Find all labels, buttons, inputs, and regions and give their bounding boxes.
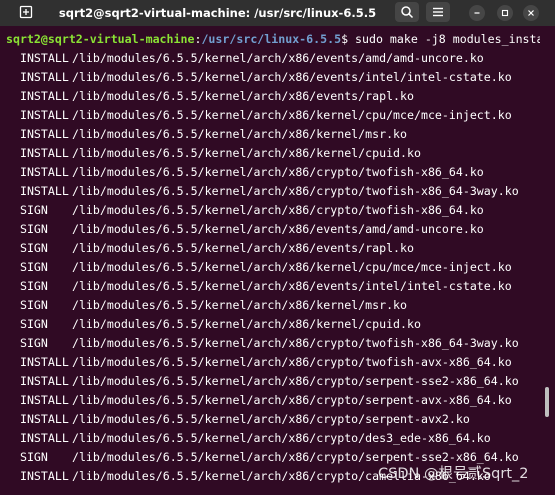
output-line: INSTALL/lib/modules/6.5.5/kernel/arch/x8… (6, 163, 484, 182)
output-line: INSTALL/lib/modules/6.5.5/kernel/arch/x8… (6, 372, 519, 391)
output-line: INSTALL/lib/modules/6.5.5/kernel/arch/x8… (6, 68, 512, 87)
output-path: /lib/modules/6.5.5/kernel/arch/x86/crypt… (71, 412, 470, 426)
output-path: /lib/modules/6.5.5/kernel/arch/x86/kerne… (71, 298, 408, 312)
output-verb: INSTALL (19, 108, 69, 122)
output-verb: SIGN (19, 203, 48, 217)
output-verb: INSTALL (19, 70, 69, 84)
output-line: SIGN/lib/modules/6.5.5/kernel/arch/x86/e… (6, 277, 512, 296)
output-line: SIGN/lib/modules/6.5.5/kernel/arch/x86/e… (6, 239, 414, 258)
menu-button[interactable] (426, 2, 450, 22)
scrollbar[interactable] (541, 26, 555, 495)
output-path: /lib/modules/6.5.5/kernel/arch/x86/kerne… (71, 260, 512, 274)
output-path: /lib/modules/6.5.5/kernel/arch/x86/crypt… (71, 165, 484, 179)
output-path: /lib/modules/6.5.5/kernel/arch/x86/event… (71, 241, 414, 255)
output-line: INSTALL/lib/modules/6.5.5/kernel/arch/x8… (6, 353, 512, 372)
output-line: SIGN/lib/modules/6.5.5/kernel/arch/x86/e… (6, 220, 484, 239)
output-path: /lib/modules/6.5.5/kernel/arch/x86/crypt… (71, 393, 512, 407)
close-icon (528, 10, 534, 16)
output-verb: SIGN (19, 336, 48, 350)
output-line: INSTALL/lib/modules/6.5.5/kernel/arch/x8… (6, 87, 414, 106)
terminal-output[interactable]: sqrt2@sqrt2-virtual-machine:/usr/src/lin… (0, 26, 540, 495)
output-line: INSTALL/lib/modules/6.5.5/kernel/arch/x8… (6, 391, 512, 410)
output-line: SIGN/lib/modules/6.5.5/kernel/arch/x86/c… (6, 334, 519, 353)
output-verb: INSTALL (19, 469, 69, 483)
output-line: INSTALL/lib/modules/6.5.5/kernel/arch/x8… (6, 429, 491, 448)
output-path: /lib/modules/6.5.5/kernel/arch/x86/crypt… (71, 431, 491, 445)
output-line: INSTALL/lib/modules/6.5.5/kernel/arch/x8… (6, 144, 421, 163)
prompt-line: sqrt2@sqrt2-virtual-machine:/usr/src/lin… (6, 30, 540, 49)
prompt-symbol: $ (341, 32, 349, 46)
output-path: /lib/modules/6.5.5/kernel/arch/x86/crypt… (71, 355, 512, 369)
output-verb: INSTALL (19, 431, 69, 445)
output-line: INSTALL/lib/modules/6.5.5/kernel/arch/x8… (6, 49, 484, 68)
output-path: /lib/modules/6.5.5/kernel/arch/x86/crypt… (71, 203, 484, 217)
output-line: INSTALL/lib/modules/6.5.5/kernel/arch/x8… (6, 182, 519, 201)
output-line: INSTALL/lib/modules/6.5.5/kernel/arch/x8… (6, 410, 470, 429)
search-button[interactable] (395, 2, 419, 22)
output-line: SIGN/lib/modules/6.5.5/kernel/arch/x86/k… (6, 296, 407, 315)
prompt-command: sudo make -j8 modules_install (348, 32, 540, 46)
output-path: /lib/modules/6.5.5/kernel/arch/x86/event… (71, 51, 484, 65)
close-button[interactable] (523, 5, 539, 21)
minimize-button[interactable] (469, 5, 485, 21)
output-path: /lib/modules/6.5.5/kernel/arch/x86/crypt… (71, 184, 519, 198)
output-verb: INSTALL (19, 127, 69, 141)
output-path: /lib/modules/6.5.5/kernel/arch/x86/kerne… (71, 146, 421, 160)
output-path: /lib/modules/6.5.5/kernel/arch/x86/kerne… (71, 127, 408, 141)
output-verb: INSTALL (19, 412, 69, 426)
output-verb: SIGN (19, 241, 48, 255)
output-verb: SIGN (19, 298, 48, 312)
output-verb: INSTALL (19, 146, 69, 160)
output-path: /lib/modules/6.5.5/kernel/arch/x86/kerne… (71, 108, 512, 122)
output-verb: INSTALL (19, 51, 69, 65)
output-path: /lib/modules/6.5.5/kernel/arch/x86/event… (71, 222, 484, 236)
search-icon (401, 6, 414, 19)
minimize-icon (474, 12, 480, 14)
output-line: SIGN/lib/modules/6.5.5/kernel/arch/x86/k… (6, 258, 512, 277)
output-verb: INSTALL (19, 355, 69, 369)
output-path: /lib/modules/6.5.5/kernel/arch/x86/crypt… (71, 336, 519, 350)
output-verb: INSTALL (19, 89, 69, 103)
output-verb: INSTALL (19, 184, 69, 198)
output-line: SIGN/lib/modules/6.5.5/kernel/arch/x86/k… (6, 315, 421, 334)
output-path: /lib/modules/6.5.5/kernel/arch/x86/event… (71, 89, 414, 103)
hamburger-menu-icon (433, 7, 443, 17)
output-line: INSTALL/lib/modules/6.5.5/kernel/arch/x8… (6, 125, 407, 144)
output-verb: SIGN (19, 317, 48, 331)
output-verb: SIGN (19, 450, 48, 464)
terminal-window: sqrt2@sqrt2-virtual-machine: /usr/src/li… (0, 0, 555, 495)
output-verb: SIGN (19, 222, 48, 236)
title-bar: sqrt2@sqrt2-virtual-machine: /usr/src/li… (0, 0, 555, 26)
output-verb: SIGN (19, 260, 48, 274)
scrollbar-thumb[interactable] (545, 387, 549, 417)
output-line: INSTALL/lib/modules/6.5.5/kernel/arch/x8… (6, 106, 512, 125)
watermark: CSDN @根号贰Sqrt_2 (378, 466, 529, 482)
output-path: /lib/modules/6.5.5/kernel/arch/x86/event… (71, 70, 512, 84)
output-verb: INSTALL (19, 374, 69, 388)
output-path: /lib/modules/6.5.5/kernel/arch/x86/event… (71, 279, 512, 293)
output-line: SIGN/lib/modules/6.5.5/kernel/arch/x86/c… (6, 201, 484, 220)
prompt-path: /usr/src/linux-6.5.5 (201, 32, 342, 46)
output-verb: SIGN (19, 279, 48, 293)
prompt-user-host: sqrt2@sqrt2-virtual-machine (6, 32, 195, 46)
maximize-button[interactable] (497, 5, 513, 21)
output-path: /lib/modules/6.5.5/kernel/arch/x86/crypt… (71, 374, 519, 388)
output-verb: INSTALL (19, 393, 69, 407)
output-path: /lib/modules/6.5.5/kernel/arch/x86/kerne… (71, 317, 421, 331)
maximize-icon (501, 9, 509, 17)
output-verb: INSTALL (19, 165, 69, 179)
